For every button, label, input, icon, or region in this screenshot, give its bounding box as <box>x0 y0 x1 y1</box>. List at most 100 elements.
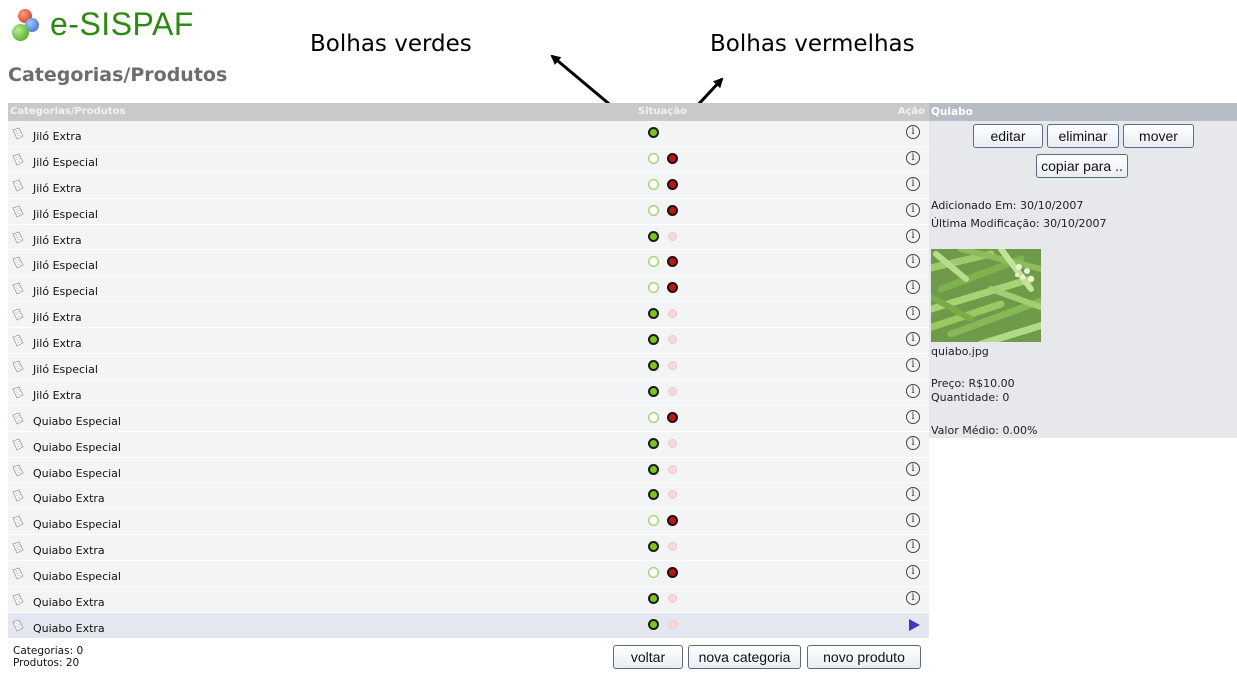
table-row[interactable]: Quiabo Especial i <box>8 509 929 536</box>
copy-to-button[interactable]: copiar para .. <box>1036 154 1128 178</box>
product-name[interactable]: Quiabo Extra <box>33 596 105 609</box>
table-row[interactable]: Quiabo Extra <box>8 612 929 639</box>
red-bubble-icon[interactable] <box>668 594 677 604</box>
red-bubble-icon[interactable] <box>667 411 678 423</box>
green-bubble-icon[interactable] <box>648 489 659 501</box>
red-bubble-icon[interactable] <box>668 335 677 345</box>
green-bubble-icon[interactable] <box>648 541 659 553</box>
table-row[interactable]: Jiló Especial i <box>8 354 929 380</box>
product-name[interactable]: Jiló Extra <box>33 182 82 195</box>
info-icon[interactable]: i <box>906 228 920 243</box>
product-photo[interactable] <box>931 249 1041 342</box>
info-icon[interactable]: i <box>906 280 920 295</box>
green-bubble-icon[interactable] <box>648 411 659 423</box>
green-bubble-icon[interactable] <box>648 308 659 320</box>
product-name[interactable]: Quiabo Especial <box>33 441 121 454</box>
product-name[interactable]: Jiló Especial <box>33 259 98 272</box>
info-icon[interactable]: i <box>906 487 920 502</box>
red-bubble-icon[interactable] <box>668 490 677 500</box>
green-bubble-icon[interactable] <box>648 178 659 190</box>
table-row[interactable]: Quiabo Especial i <box>8 431 929 458</box>
table-row[interactable]: Quiabo Especial i <box>8 405 929 432</box>
back-button[interactable]: voltar <box>613 645 683 669</box>
product-name[interactable]: Quiabo Especial <box>33 415 121 428</box>
table-row[interactable]: Quiabo Extra i <box>8 535 929 562</box>
green-bubble-icon[interactable] <box>648 127 659 138</box>
green-bubble-icon[interactable] <box>648 593 659 605</box>
table-row[interactable]: Jiló Extra i <box>8 224 929 251</box>
product-name[interactable]: Quiabo Especial <box>33 467 121 480</box>
green-bubble-icon[interactable] <box>648 567 659 579</box>
info-icon[interactable]: i <box>906 591 920 606</box>
green-bubble-icon[interactable] <box>648 385 659 397</box>
info-icon[interactable]: i <box>906 409 920 424</box>
green-bubble-icon[interactable] <box>648 437 659 449</box>
table-row[interactable]: Jiló Extra i <box>8 302 929 329</box>
info-icon[interactable]: i <box>906 435 920 450</box>
product-name[interactable]: Quiabo Extra <box>33 544 105 557</box>
table-row[interactable]: Jiló Especial i <box>8 198 929 225</box>
info-icon[interactable]: i <box>906 125 920 139</box>
product-name[interactable]: Jiló Extra <box>33 311 82 324</box>
table-row[interactable]: Quiabo Especial i <box>8 457 929 484</box>
product-name[interactable]: Jiló Especial <box>33 208 98 221</box>
product-name[interactable]: Jiló Especial <box>33 285 98 298</box>
red-bubble-icon[interactable] <box>668 542 677 552</box>
table-row[interactable]: Jiló Extra i <box>8 172 929 199</box>
info-icon[interactable]: i <box>906 565 920 580</box>
green-bubble-icon[interactable] <box>648 618 659 630</box>
table-row[interactable]: Quiabo Extra i <box>8 587 929 613</box>
red-bubble-icon[interactable] <box>667 152 678 164</box>
red-bubble-icon[interactable] <box>668 361 677 371</box>
edit-button[interactable]: editar <box>973 124 1043 148</box>
product-name[interactable]: Jiló Extra <box>33 337 82 350</box>
info-icon[interactable]: i <box>906 150 920 165</box>
info-icon[interactable]: i <box>906 332 920 347</box>
red-bubble-icon[interactable] <box>667 204 678 216</box>
delete-button[interactable]: eliminar <box>1047 124 1119 148</box>
green-bubble-icon[interactable] <box>648 204 659 216</box>
info-icon[interactable]: i <box>906 202 920 217</box>
play-icon[interactable] <box>909 618 920 631</box>
red-bubble-icon[interactable] <box>668 438 677 448</box>
table-row[interactable]: Jiló Especial i <box>8 250 929 277</box>
red-bubble-icon[interactable] <box>668 231 677 241</box>
green-bubble-icon[interactable] <box>648 360 659 372</box>
red-bubble-icon[interactable] <box>667 178 678 190</box>
red-bubble-icon[interactable] <box>668 464 677 474</box>
green-bubble-icon[interactable] <box>648 463 659 475</box>
table-row[interactable]: Jiló Extra i <box>8 328 929 355</box>
red-bubble-icon[interactable] <box>667 256 678 268</box>
green-bubble-icon[interactable] <box>648 256 659 268</box>
info-icon[interactable]: i <box>906 539 920 554</box>
green-bubble-icon[interactable] <box>648 515 659 527</box>
red-bubble-icon[interactable] <box>667 282 678 294</box>
info-icon[interactable]: i <box>906 383 920 398</box>
table-row[interactable]: Jiló Especial i <box>8 146 929 173</box>
product-name[interactable]: Quiabo Especial <box>33 570 121 583</box>
move-button[interactable]: mover <box>1123 124 1194 148</box>
green-bubble-icon[interactable] <box>648 282 659 294</box>
red-bubble-icon[interactable] <box>668 309 677 319</box>
info-icon[interactable]: i <box>906 176 920 191</box>
info-icon[interactable]: i <box>906 513 920 528</box>
red-bubble-icon[interactable] <box>668 386 677 396</box>
info-icon[interactable]: i <box>906 358 920 373</box>
info-icon[interactable]: i <box>906 254 920 269</box>
product-name[interactable]: Quiabo Extra <box>33 622 105 635</box>
product-name[interactable]: Jiló Extra <box>33 389 82 402</box>
new-category-button[interactable]: nova categoria <box>688 645 801 669</box>
table-row[interactable]: Jiló Extra i <box>8 121 929 147</box>
info-icon[interactable]: i <box>906 461 920 476</box>
table-row[interactable]: Jiló Especial i <box>8 276 929 303</box>
product-name[interactable]: Jiló Especial <box>33 363 98 376</box>
info-icon[interactable]: i <box>906 306 920 321</box>
product-name[interactable]: Jiló Extra <box>33 130 82 143</box>
red-bubble-icon[interactable] <box>668 619 677 629</box>
green-bubble-icon[interactable] <box>648 152 659 164</box>
table-row[interactable]: Jiló Extra i <box>8 379 929 406</box>
product-name[interactable]: Jiló Especial <box>33 156 98 169</box>
product-name[interactable]: Quiabo Especial <box>33 518 121 531</box>
product-name[interactable]: Quiabo Extra <box>33 492 105 505</box>
new-product-button[interactable]: novo produto <box>807 645 921 669</box>
